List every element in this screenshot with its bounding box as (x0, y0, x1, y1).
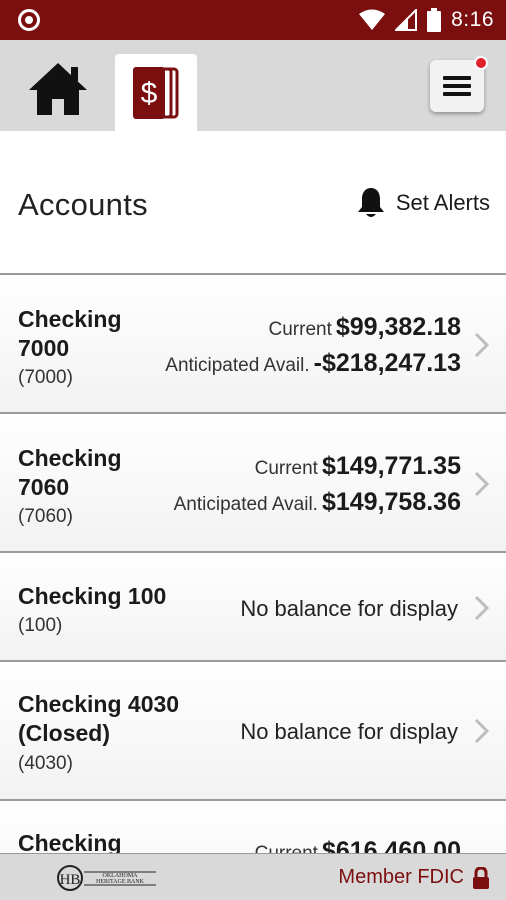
account-number: (4030) (18, 753, 73, 774)
current-balance: Current $99,382.18 (269, 313, 461, 342)
chevron-right-icon (474, 332, 490, 358)
current-value: $616,460.00 (321, 837, 461, 853)
svg-text:$: $ (141, 77, 158, 110)
current-value: $99,382.18 (335, 313, 461, 341)
account-name: Checking 7060 (18, 444, 122, 502)
status-time: 8:16 (451, 8, 494, 31)
record-icon (18, 9, 40, 31)
lock-icon (473, 866, 489, 889)
fdic-label: Member FDIC (338, 866, 464, 888)
account-row[interactable]: Checking Current $616,460.00 (0, 801, 506, 853)
account-name-line1: Checking 100 (18, 583, 167, 609)
account-name-line1: Checking 4030 (18, 691, 180, 717)
page-title: Accounts (18, 187, 148, 222)
home-icon (29, 63, 87, 115)
anticipated-label: Anticipated Avail. (173, 494, 318, 515)
tab-home[interactable] (18, 56, 98, 122)
svg-text:HERITAGE BANK: HERITAGE BANK (96, 879, 145, 885)
signal-icon (395, 9, 418, 31)
account-list: Checking 7000 (7000) Current $99,382.18 … (0, 273, 506, 853)
notification-badge (474, 56, 488, 70)
account-number: (100) (18, 615, 63, 636)
set-alerts-button[interactable]: Set Alerts (356, 187, 490, 219)
account-name-line2: (Closed) (18, 720, 110, 746)
tab-accounts[interactable]: $ (115, 54, 197, 131)
account-name-line2: 7060 (18, 474, 70, 500)
current-balance: Current $616,460.00 (255, 837, 461, 853)
hamburger-menu-icon (443, 76, 471, 96)
account-name: Checking 7000 (18, 305, 122, 363)
account-name-line1: Checking (18, 306, 122, 332)
account-name-line2: 7000 (18, 335, 70, 361)
battery-icon (427, 8, 442, 32)
account-name: Checking (18, 829, 122, 853)
dollar-cards-icon: $ (133, 66, 179, 119)
current-value: $149,771.35 (321, 452, 461, 480)
account-row[interactable]: Checking 4030 (Closed) (4030) No balance… (0, 662, 506, 801)
footer: HB OKLAHOMA HERITAGE BANK Member FDIC (0, 853, 506, 900)
tab-bar: $ (0, 40, 506, 131)
chevron-right-icon (474, 718, 490, 744)
anticipated-value: -$218,247.13 (313, 349, 461, 377)
bell-icon (357, 188, 384, 217)
account-row[interactable]: Checking 7000 (7000) Current $99,382.18 … (0, 275, 506, 414)
account-number: (7060) (18, 506, 73, 527)
menu-button[interactable] (430, 56, 488, 112)
anticipated-balance: Anticipated Avail. -$218,247.13 (165, 349, 461, 378)
anticipated-value: $149,758.36 (321, 488, 461, 516)
svg-text:HB: HB (60, 872, 81, 888)
account-row[interactable]: Checking 100 (100) No balance for displa… (0, 553, 506, 662)
status-icons: 8:16 (359, 6, 494, 34)
current-label: Current (255, 843, 318, 853)
anticipated-balance: Anticipated Avail. $149,758.36 (174, 488, 461, 517)
account-name: Checking 100 (18, 582, 166, 611)
account-name: Checking 4030 (Closed) (18, 690, 179, 748)
wifi-icon (359, 9, 386, 30)
account-row[interactable]: Checking 7060 (7060) Current $149,771.35… (0, 414, 506, 553)
chevron-right-icon (474, 595, 490, 621)
current-label: Current (268, 319, 332, 340)
status-bar: 8:16 (0, 0, 506, 40)
account-number: (7000) (18, 367, 73, 388)
no-balance-text: No balance for display (240, 719, 458, 744)
accounts-header: Accounts Set Alerts (0, 131, 506, 273)
chevron-right-icon (474, 471, 490, 497)
current-balance: Current $149,771.35 (255, 452, 461, 481)
member-fdic: Member FDIC (338, 866, 490, 889)
current-label: Current (254, 458, 318, 479)
anticipated-label: Anticipated Avail. (165, 355, 310, 376)
no-balance-text: No balance for display (240, 596, 458, 621)
account-name-line1: Checking (18, 445, 122, 471)
set-alerts-label: Set Alerts (395, 190, 490, 215)
bank-logo: HB OKLAHOMA HERITAGE BANK (57, 865, 156, 891)
account-name-line1: Checking (18, 830, 122, 853)
